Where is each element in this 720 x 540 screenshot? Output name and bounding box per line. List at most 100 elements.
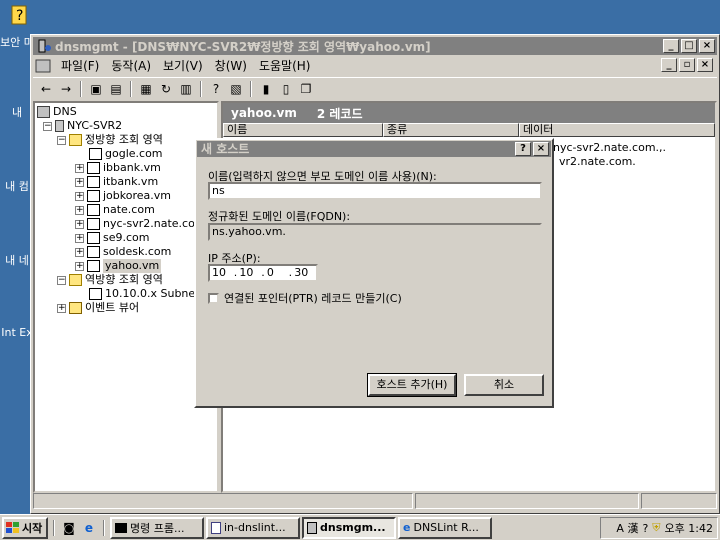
- tree-reverse-zone[interactable]: − 역방향 조회 영역: [57, 273, 163, 287]
- tree-zone[interactable]: + nate.com: [75, 203, 155, 217]
- checkbox-box[interactable]: [208, 292, 219, 304]
- menu-action[interactable]: 동작(A): [105, 57, 157, 74]
- child-restore-button[interactable]: ▫: [679, 58, 695, 72]
- collapse-icon[interactable]: −: [43, 121, 52, 131]
- expand-icon[interactable]: +: [75, 261, 84, 271]
- dialog-titlebar[interactable]: 새 호스트 ? ×: [197, 141, 551, 157]
- window-titlebar[interactable]: dnsmgmt - [DNS₩NYC-SVR2₩정방향 조회 영역₩yahoo.…: [33, 37, 717, 55]
- tree-zone-selected[interactable]: + yahoo.vm: [75, 259, 162, 273]
- name-input[interactable]: ns: [208, 182, 542, 200]
- tree-dns-root[interactable]: DNS: [37, 105, 77, 119]
- collapse-icon[interactable]: −: [57, 275, 66, 285]
- pane-icon[interactable]: ▧: [227, 80, 245, 98]
- taskbar-item-dnslint[interactable]: in-dnslint...: [206, 516, 300, 539]
- add-host-button[interactable]: 호스트 추가(H): [367, 373, 457, 397]
- expand-icon[interactable]: +: [75, 219, 84, 229]
- tree-zone[interactable]: + nyc-svr2.nate.co: [75, 217, 195, 231]
- refresh-icon[interactable]: ↻: [157, 80, 175, 98]
- ip-octet[interactable]: 10: [237, 266, 261, 280]
- server-icon[interactable]: ▮: [257, 80, 275, 98]
- clock[interactable]: 오후 1:42: [665, 520, 713, 536]
- ip-octet[interactable]: 30: [292, 266, 316, 280]
- ip-octet[interactable]: 10: [210, 266, 234, 280]
- zone-icon: [89, 288, 102, 300]
- close-button[interactable]: ×: [699, 39, 715, 53]
- record-count: 2 레코드: [316, 106, 363, 121]
- taskbar-item-dnslint-report[interactable]: e DNSLint R...: [398, 516, 492, 539]
- record-icon[interactable]: ▯: [277, 80, 295, 98]
- menu-window[interactable]: 창(W): [209, 57, 253, 74]
- tree-forward-zone[interactable]: − 정방향 조회 영역: [57, 133, 163, 147]
- new-host-dialog: 새 호스트 ? × 이름(입력하지 않으면 부모 도메인 이름 사용)(N): …: [194, 138, 554, 408]
- record-data[interactable]: vr2.nate.com.: [559, 155, 636, 168]
- tree-zone[interactable]: + jobkorea.vm: [75, 189, 171, 203]
- show-tree-icon[interactable]: ▤: [107, 80, 125, 98]
- column-data[interactable]: 데이터: [519, 123, 715, 137]
- tree-event-viewer[interactable]: + 이벤트 뷰어: [57, 301, 139, 315]
- record-data[interactable]: nyc-svr2.nate.com.,.: [553, 141, 666, 154]
- folder-icon: [69, 134, 82, 146]
- forward-icon[interactable]: →: [57, 80, 75, 98]
- collapse-icon[interactable]: −: [57, 135, 66, 145]
- up-folder-icon[interactable]: ▣: [87, 80, 105, 98]
- tree-zone[interactable]: + itbank.vm: [75, 175, 158, 189]
- child-close-button[interactable]: ×: [697, 58, 713, 72]
- status-bar: [33, 493, 717, 511]
- zone-icon: [87, 176, 100, 188]
- column-name[interactable]: 이름: [223, 123, 383, 137]
- expand-icon[interactable]: +: [75, 247, 84, 257]
- ime-indicator[interactable]: A 漢: [616, 520, 638, 536]
- tree-zone[interactable]: + se9.com: [75, 231, 150, 245]
- taskbar-item-dnsmgmt[interactable]: dnsmgm...: [302, 516, 396, 539]
- dialog-close-button[interactable]: ×: [533, 142, 549, 156]
- expand-icon[interactable]: +: [75, 163, 84, 173]
- properties-icon[interactable]: ▦: [137, 80, 155, 98]
- desktop-label: 보안 마: [0, 36, 34, 49]
- minimize-button[interactable]: _: [663, 39, 679, 53]
- expand-icon[interactable]: +: [57, 303, 66, 313]
- desktop-label: 내 네: [5, 254, 29, 267]
- ptr-checkbox[interactable]: 연결된 포인터(PTR) 레코드 만들기(C): [208, 290, 402, 306]
- back-icon[interactable]: ←: [37, 80, 55, 98]
- menu-view[interactable]: 보기(V): [157, 57, 209, 74]
- ip-octet[interactable]: 0: [265, 266, 289, 280]
- tree-zone[interactable]: + soldesk.com: [75, 245, 171, 259]
- start-button[interactable]: 시작: [2, 516, 48, 539]
- shield-icon[interactable]: ⛨: [652, 521, 660, 535]
- cancel-button[interactable]: 취소: [464, 374, 544, 396]
- zone-icon: [87, 204, 100, 216]
- expand-icon[interactable]: +: [75, 191, 84, 201]
- desktop-icon-security[interactable]: ?: [4, 4, 34, 33]
- svg-text:?: ?: [16, 8, 23, 24]
- show-desktop-icon[interactable]: ◙: [60, 519, 78, 537]
- dialog-help-button[interactable]: ?: [515, 142, 531, 156]
- windows-logo-icon: [6, 521, 19, 533]
- expand-icon[interactable]: +: [75, 233, 84, 243]
- tree-zone[interactable]: gogle.com: [89, 147, 163, 161]
- copy-icon[interactable]: ❐: [297, 80, 315, 98]
- tree-reverse-subnet[interactable]: 10.10.0.x Subnet: [89, 287, 199, 301]
- taskbar-item-cmd[interactable]: 명령 프롬...: [110, 516, 204, 539]
- document-icon: [211, 521, 221, 534]
- menu-file[interactable]: 파일(F): [55, 57, 105, 74]
- zone-icon: [87, 260, 100, 272]
- child-minimize-button[interactable]: _: [661, 58, 677, 72]
- zone-icon: [87, 232, 100, 244]
- column-type[interactable]: 종류: [383, 123, 519, 137]
- zone-icon: [87, 162, 100, 174]
- ie-icon[interactable]: e: [80, 519, 98, 537]
- dialog-title: 새 호스트: [201, 142, 250, 156]
- ip-address-input[interactable]: 10. 10. 0. 30: [208, 264, 318, 282]
- event-viewer-icon: [69, 302, 82, 314]
- tree-server[interactable]: − NYC-SVR2: [43, 119, 122, 133]
- export-icon[interactable]: ▥: [177, 80, 195, 98]
- menu-help[interactable]: 도움말(H): [253, 57, 317, 74]
- maximize-button[interactable]: □: [681, 39, 697, 53]
- expand-icon[interactable]: +: [75, 177, 84, 187]
- system-tray: A 漢 ? ⛨ 오후 1:42: [600, 517, 718, 539]
- console-tree: DNS − NYC-SVR2 − 정방향 조회 영역 gogle.com + i…: [33, 101, 219, 493]
- help-icon[interactable]: ?: [207, 80, 225, 98]
- help-tray-icon[interactable]: ?: [642, 522, 648, 535]
- tree-zone[interactable]: + ibbank.vm: [75, 161, 161, 175]
- expand-icon[interactable]: +: [75, 205, 84, 215]
